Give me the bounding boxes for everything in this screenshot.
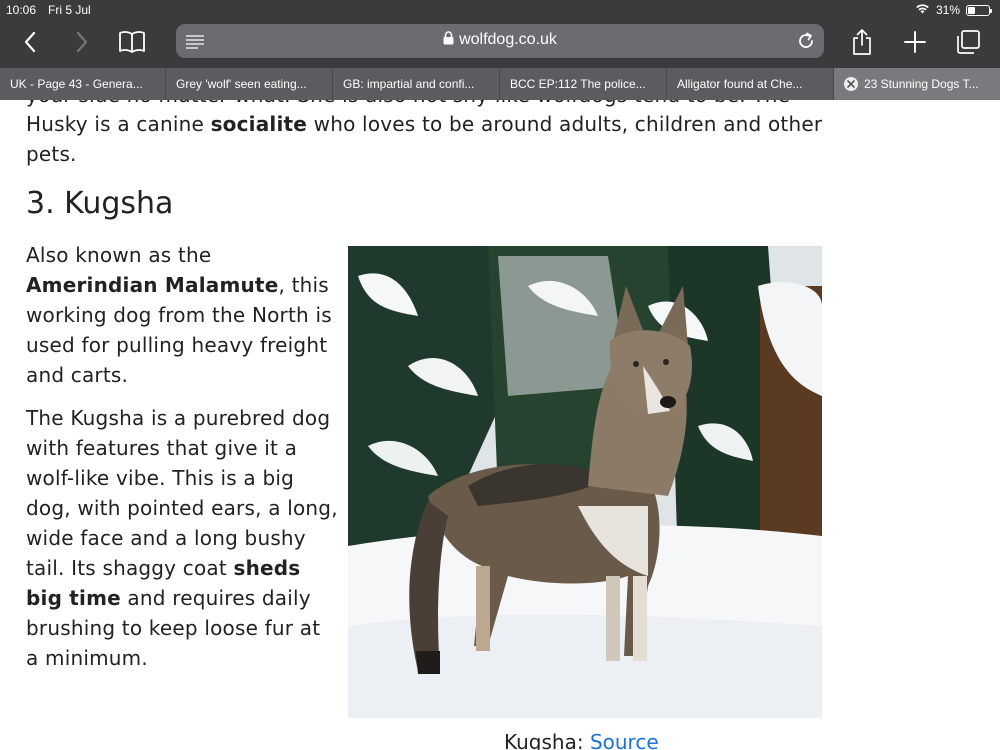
intro-paragraph: Husky is a canine socialite who loves to… bbox=[26, 109, 846, 169]
source-link[interactable]: Source bbox=[590, 730, 659, 750]
plus-icon bbox=[904, 31, 926, 53]
tab-label: BCC EP:112 The police... bbox=[510, 77, 646, 91]
tabs-icon bbox=[957, 30, 980, 54]
tab-bar: UK - Page 43 - Genera... Grey 'wolf' see… bbox=[0, 68, 1000, 100]
close-tab-icon[interactable] bbox=[844, 77, 858, 91]
status-time: 10:06 bbox=[6, 3, 37, 17]
tab[interactable]: Alligator found at Che... bbox=[667, 68, 834, 100]
url-text: wolfdog.co.uk bbox=[459, 31, 557, 48]
tab-label: GB: impartial and confi... bbox=[343, 77, 475, 91]
tab-label: Alligator found at Che... bbox=[677, 77, 803, 91]
new-tab-button[interactable] bbox=[897, 24, 933, 60]
tab-active[interactable]: 23 Stunning Dogs T... bbox=[834, 68, 1000, 100]
status-date: Fri 5 Jul bbox=[48, 3, 91, 17]
tab[interactable]: GB: impartial and confi... bbox=[333, 68, 500, 100]
show-tabs-button[interactable] bbox=[950, 24, 986, 60]
tab[interactable]: Grey 'wolf' seen eating... bbox=[166, 68, 333, 100]
tab-label: UK - Page 43 - Genera... bbox=[10, 77, 143, 91]
back-button[interactable] bbox=[12, 24, 48, 60]
p2-text: The Kugsha is a purebred dog with featur… bbox=[26, 406, 338, 580]
bookmarks-button[interactable] bbox=[114, 24, 150, 60]
tab[interactable]: UK - Page 43 - Genera... bbox=[0, 68, 166, 100]
lock-icon bbox=[443, 31, 454, 50]
book-icon bbox=[119, 31, 145, 53]
paragraph-2: The Kugsha is a purebred dog with featur… bbox=[26, 403, 338, 673]
browser-chrome: 10:06 Fri 5 Jul 31% wolfdog.co.uk bbox=[0, 0, 1000, 68]
status-indicators: 31% bbox=[915, 3, 992, 17]
status-bar: 10:06 Fri 5 Jul 31% bbox=[0, 0, 1000, 20]
forward-button[interactable] bbox=[64, 24, 100, 60]
chevron-left-icon bbox=[24, 31, 36, 53]
kugsha-photo bbox=[348, 246, 822, 718]
image-caption: Kugsha: Source bbox=[504, 730, 659, 750]
intro-text: Husky is a canine bbox=[26, 112, 211, 136]
tab-label: 23 Stunning Dogs T... bbox=[864, 77, 979, 91]
intro-bold: socialite bbox=[210, 112, 308, 136]
address-bar[interactable]: wolfdog.co.uk bbox=[176, 24, 824, 58]
caption-text: Kugsha: bbox=[504, 730, 590, 750]
toolbar: wolfdog.co.uk bbox=[0, 20, 1000, 68]
p1-bold: Amerindian Malamute bbox=[26, 273, 279, 297]
tab[interactable]: BCC EP:112 The police... bbox=[500, 68, 667, 100]
p1-text: Also known as the bbox=[26, 243, 212, 267]
battery-percent: 31% bbox=[935, 3, 960, 17]
chevron-right-icon bbox=[76, 31, 88, 53]
url-display[interactable]: wolfdog.co.uk bbox=[176, 31, 824, 50]
reload-icon[interactable] bbox=[794, 29, 818, 53]
tab-label: Grey 'wolf' seen eating... bbox=[176, 77, 307, 91]
section-heading: 3. Kugsha bbox=[26, 186, 174, 221]
page-content[interactable]: your side no matter what. She is also no… bbox=[0, 100, 1000, 750]
share-icon bbox=[853, 29, 871, 55]
paragraph-1: Also known as the Amerindian Malamute, t… bbox=[26, 240, 338, 390]
article-text: Also known as the Amerindian Malamute, t… bbox=[26, 240, 338, 686]
battery-fill bbox=[968, 6, 975, 14]
battery-icon bbox=[966, 4, 992, 16]
wifi-icon bbox=[915, 3, 930, 17]
share-button[interactable] bbox=[844, 24, 880, 60]
